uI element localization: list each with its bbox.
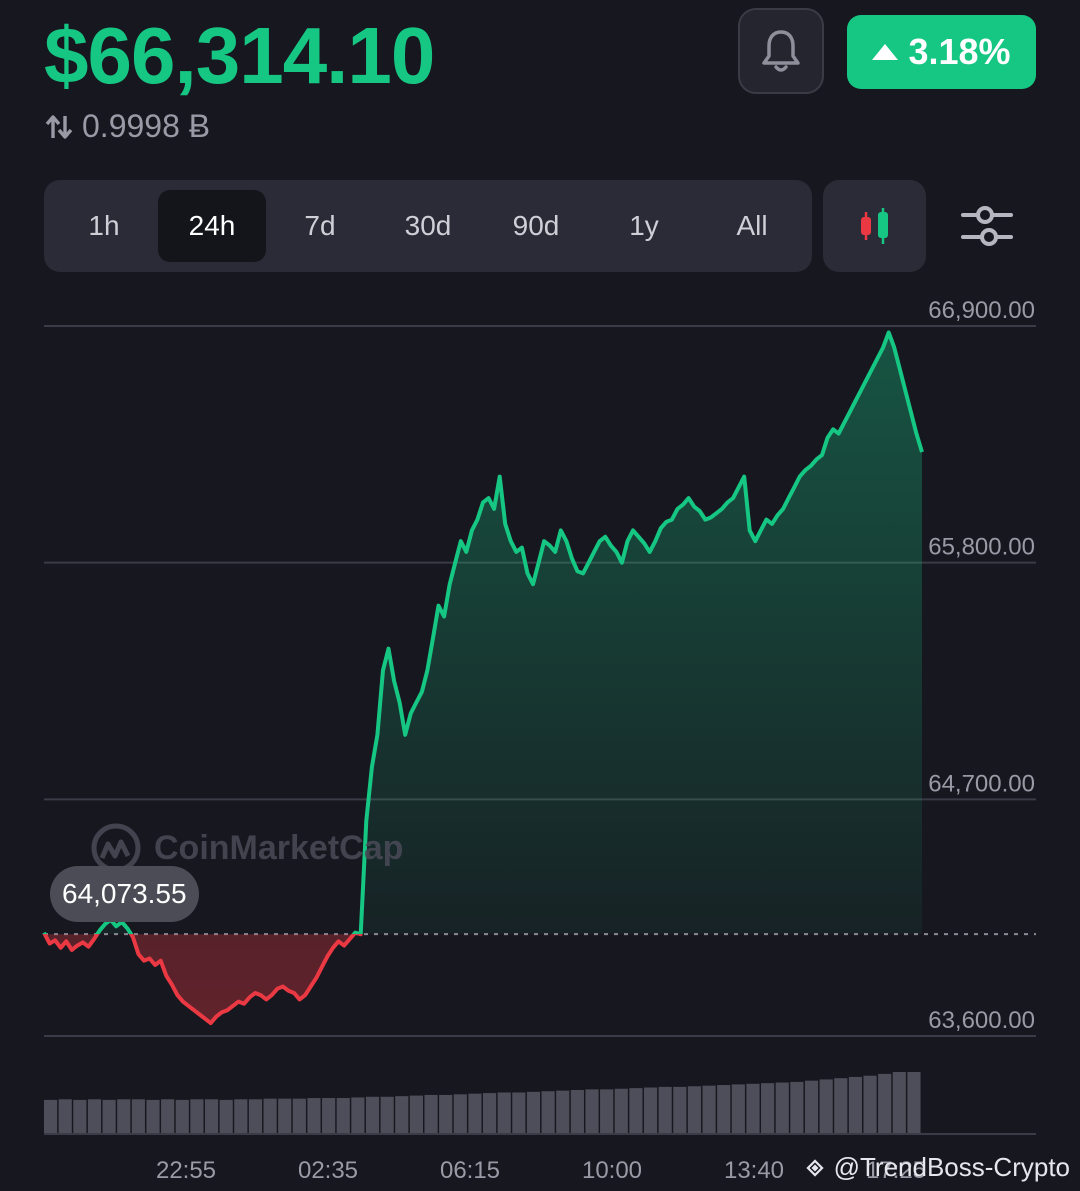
current-price: $66,314.10 — [44, 11, 435, 100]
volume-bar — [570, 1089, 584, 1134]
btc-conversion: 0.9998 Ƀ — [44, 108, 210, 145]
tab-24h[interactable]: 24h — [158, 190, 266, 262]
author-credit: @TrendBoss-Crypto — [802, 1152, 1070, 1183]
volume-bar — [365, 1096, 380, 1134]
volume-bar — [292, 1098, 306, 1134]
volume-bar — [775, 1082, 789, 1134]
volume-bar — [322, 1098, 336, 1134]
volume-bar — [175, 1099, 189, 1134]
volume-bar — [600, 1089, 614, 1134]
volume-bar — [629, 1088, 643, 1134]
volume-bar — [863, 1075, 877, 1134]
volume-bar — [234, 1099, 248, 1134]
volume-bar — [761, 1083, 775, 1134]
volume-bar — [614, 1088, 628, 1134]
start-price-tooltip: 64,073.55 — [50, 866, 199, 922]
x-tick-label: 02:35 — [298, 1157, 358, 1184]
volume-bar — [556, 1090, 570, 1134]
volume-bar — [190, 1099, 204, 1134]
x-tick-label: 06:15 — [440, 1157, 500, 1184]
volume-bar — [73, 1099, 87, 1134]
volume-bar — [424, 1094, 438, 1134]
chart-settings-button[interactable] — [952, 190, 1022, 262]
swap-vertical-icon[interactable] — [44, 112, 74, 142]
volume-bar — [892, 1072, 906, 1134]
volume-bar — [526, 1091, 541, 1134]
volume-bar — [161, 1099, 175, 1134]
y-tick-label: 66,900.00 — [928, 297, 1035, 324]
volume-bar — [848, 1076, 863, 1134]
tab-7d[interactable]: 7d — [266, 190, 374, 262]
price-chart[interactable]: 66,900.00 65,800.00 64,700.00 63,600.00 22:… — [0, 290, 1080, 1191]
volume-bar — [395, 1096, 409, 1134]
volume-bar — [643, 1087, 658, 1134]
x-tick-label: 13:40 — [724, 1157, 784, 1184]
bell-icon — [762, 30, 800, 72]
tab-all[interactable]: All — [698, 190, 806, 262]
volume-bar — [819, 1079, 833, 1134]
volume-bar — [702, 1085, 716, 1134]
volume-bar — [512, 1092, 526, 1134]
volume-bar — [409, 1095, 424, 1134]
volume-bar — [146, 1099, 160, 1134]
volume-bar — [687, 1086, 702, 1134]
volume-bar — [248, 1099, 263, 1134]
tab-1h[interactable]: 1h — [50, 190, 158, 262]
time-range-tabs: 1h 24h 7d 30d 90d 1y All — [44, 180, 812, 272]
candlestick-toggle-button[interactable] — [823, 180, 926, 272]
volume-bar — [278, 1098, 292, 1134]
y-tick-label: 65,800.00 — [928, 534, 1035, 561]
volume-bar — [483, 1093, 497, 1134]
price-alert-button[interactable] — [738, 8, 824, 94]
y-tick-label: 64,700.00 — [928, 770, 1035, 797]
volume-bar — [746, 1083, 760, 1134]
volume-bar — [439, 1094, 453, 1134]
volume-bar — [585, 1089, 599, 1134]
volume-bar — [307, 1098, 321, 1134]
sliders-icon — [961, 206, 1013, 246]
volume-bar — [673, 1086, 687, 1134]
volume-bar — [117, 1099, 131, 1134]
volume-bar — [263, 1098, 277, 1134]
volume-bar — [717, 1085, 731, 1134]
credit-text: @TrendBoss-Crypto — [833, 1152, 1070, 1182]
volume-bar — [351, 1097, 365, 1134]
volume-bar — [219, 1099, 233, 1134]
watermark-text: CoinMarketCap — [154, 828, 404, 867]
tab-90d[interactable]: 90d — [482, 190, 590, 262]
tab-30d[interactable]: 30d — [374, 190, 482, 262]
y-tick-label: 63,600.00 — [928, 1007, 1035, 1034]
volume-bar — [731, 1084, 745, 1134]
triangle-up-icon — [872, 44, 899, 60]
volume-bar — [497, 1092, 511, 1134]
volume-bar — [336, 1098, 350, 1134]
volume-bar — [658, 1086, 672, 1134]
volume-bar — [878, 1073, 892, 1134]
volume-bar — [468, 1093, 482, 1134]
tab-1y[interactable]: 1y — [590, 190, 698, 262]
volume-bar — [907, 1072, 921, 1134]
price-change-badge: 3.18% — [847, 15, 1036, 89]
volume-bar — [204, 1099, 219, 1134]
volume-bar — [453, 1094, 467, 1134]
volume-bar — [87, 1099, 102, 1134]
volume-bar — [804, 1080, 819, 1134]
volume-bar — [131, 1099, 145, 1134]
volume-bar — [834, 1078, 848, 1134]
x-tick-label: 22:55 — [156, 1157, 216, 1184]
btc-value: 0.9998 Ƀ — [82, 108, 211, 144]
volume-bar — [44, 1099, 58, 1134]
candlestick-icon — [860, 208, 888, 244]
x-tick-label: 10:00 — [582, 1157, 642, 1184]
price-change-value: 3.18% — [908, 31, 1011, 72]
volume-bar — [58, 1099, 72, 1134]
volume-bar — [790, 1081, 804, 1134]
volume-bar — [541, 1091, 555, 1134]
binance-logo-icon — [805, 1158, 824, 1177]
volume-bar — [380, 1096, 394, 1134]
volume-bar — [102, 1099, 116, 1134]
